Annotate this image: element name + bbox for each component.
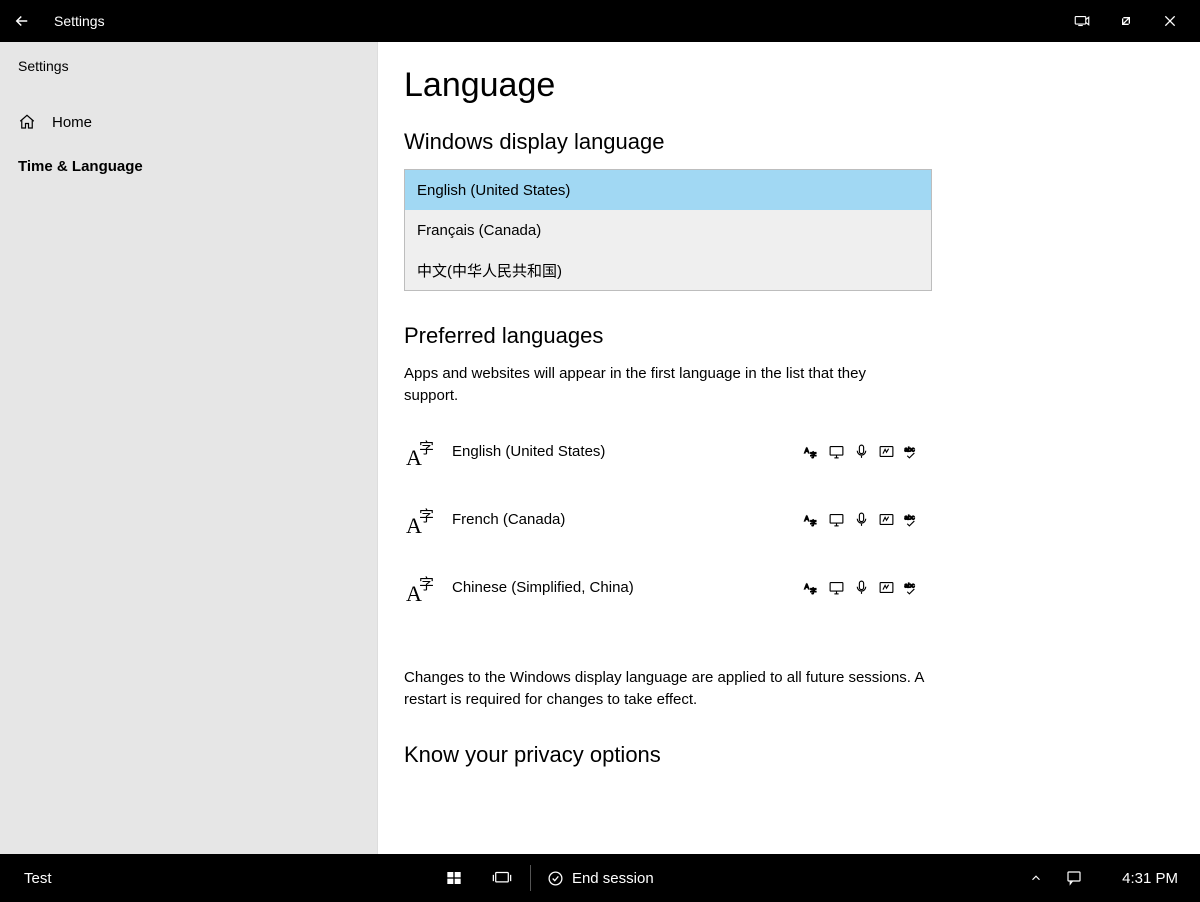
preferred-language-item[interactable]: A字 English (United States) A字 abc bbox=[404, 427, 920, 495]
taskbar: Test End session 4:31 PM bbox=[0, 854, 1200, 902]
display-language-option[interactable]: 中文(中华人民共和国) bbox=[405, 250, 931, 290]
breadcrumb: Settings bbox=[0, 56, 377, 100]
svg-text:字: 字 bbox=[419, 576, 434, 593]
svg-text:字: 字 bbox=[419, 440, 434, 457]
language-icon: A字 bbox=[404, 571, 452, 605]
taskbar-user[interactable]: Test bbox=[0, 870, 76, 887]
display-language-option[interactable]: Français (Canada) bbox=[405, 210, 931, 250]
sidebar-item-label: Home bbox=[52, 114, 92, 131]
titlebar-title: Settings bbox=[54, 13, 105, 29]
speech-icon bbox=[853, 579, 870, 596]
svg-text:abc: abc bbox=[904, 515, 915, 522]
svg-text:字: 字 bbox=[810, 450, 816, 459]
page-title: Language bbox=[404, 66, 1174, 105]
notification-icon bbox=[1065, 869, 1083, 887]
sidebar-item-label: Time & Language bbox=[18, 158, 143, 175]
preferred-language-item[interactable]: A字 Chinese (Simplified, China) A字 abc bbox=[404, 563, 920, 631]
start-button[interactable] bbox=[430, 854, 478, 902]
display-language-option[interactable]: English (United States) bbox=[405, 170, 931, 210]
tray-overflow-button[interactable] bbox=[1020, 854, 1052, 902]
sidebar-item-time-language[interactable]: Time & Language bbox=[0, 144, 377, 188]
svg-text:字: 字 bbox=[810, 518, 816, 527]
text-to-speech-icon: A字 bbox=[803, 511, 820, 528]
home-icon bbox=[18, 113, 38, 131]
svg-text:字: 字 bbox=[810, 586, 816, 595]
display-icon bbox=[828, 443, 845, 460]
tray bbox=[1020, 854, 1100, 902]
text-to-speech-icon: A字 bbox=[803, 579, 820, 596]
check-circle-icon bbox=[547, 870, 564, 887]
sidebar: Settings Home Time & Language bbox=[0, 42, 378, 854]
preferred-language-label: Chinese (Simplified, China) bbox=[452, 579, 803, 596]
handwriting-icon bbox=[878, 579, 895, 596]
content-area: Settings Home Time & Language Language W… bbox=[0, 42, 1200, 854]
display-icon bbox=[828, 511, 845, 528]
taskbar-divider bbox=[530, 865, 531, 891]
svg-text:abc: abc bbox=[904, 447, 915, 454]
task-view-button[interactable] bbox=[478, 854, 526, 902]
svg-text:字: 字 bbox=[419, 508, 434, 525]
back-button[interactable] bbox=[8, 12, 36, 30]
action-center-button[interactable] bbox=[1056, 854, 1092, 902]
section-display-language: Windows display language bbox=[404, 129, 1174, 155]
connection-icon[interactable] bbox=[1060, 12, 1104, 30]
display-language-listbox[interactable]: English (United States) Français (Canada… bbox=[404, 169, 932, 291]
preferred-language-label: English (United States) bbox=[452, 443, 803, 460]
close-icon[interactable] bbox=[1148, 13, 1192, 29]
svg-text:abc: abc bbox=[904, 583, 915, 590]
display-icon bbox=[828, 579, 845, 596]
language-icon: A字 bbox=[404, 503, 452, 537]
svg-text:A: A bbox=[804, 515, 809, 523]
svg-text:A: A bbox=[804, 583, 809, 591]
chevron-up-icon bbox=[1029, 871, 1043, 885]
handwriting-icon bbox=[878, 443, 895, 460]
end-session-label: End session bbox=[572, 870, 654, 887]
text-to-speech-icon: A字 bbox=[803, 443, 820, 460]
language-pack-icons: A字 abc bbox=[803, 511, 920, 528]
language-pack-icons: A字 abc bbox=[803, 579, 920, 596]
section-privacy-options: Know your privacy options bbox=[404, 742, 1174, 768]
speech-icon bbox=[853, 443, 870, 460]
titlebar: Settings bbox=[0, 0, 1200, 42]
preferred-language-label: French (Canada) bbox=[452, 511, 803, 528]
preferred-language-item[interactable]: A字 French (Canada) A字 abc bbox=[404, 495, 920, 563]
language-pack-icons: A字 abc bbox=[803, 443, 920, 460]
handwriting-icon bbox=[878, 511, 895, 528]
taskbar-clock[interactable]: 4:31 PM bbox=[1100, 870, 1200, 887]
spellcheck-icon: abc bbox=[903, 511, 920, 528]
svg-text:A: A bbox=[804, 447, 809, 455]
spellcheck-icon: abc bbox=[903, 443, 920, 460]
section-preferred-languages: Preferred languages bbox=[404, 323, 1174, 349]
speech-icon bbox=[853, 511, 870, 528]
display-language-note: Changes to the Windows display language … bbox=[404, 667, 924, 712]
main-panel: Language Windows display language Englis… bbox=[378, 42, 1200, 854]
fullscreen-icon[interactable] bbox=[1104, 13, 1148, 29]
preferred-languages-description: Apps and websites will appear in the fir… bbox=[404, 363, 924, 407]
language-icon: A字 bbox=[404, 435, 452, 469]
spellcheck-icon: abc bbox=[903, 579, 920, 596]
end-session-button[interactable]: End session bbox=[535, 854, 666, 902]
sidebar-item-home[interactable]: Home bbox=[0, 100, 377, 144]
